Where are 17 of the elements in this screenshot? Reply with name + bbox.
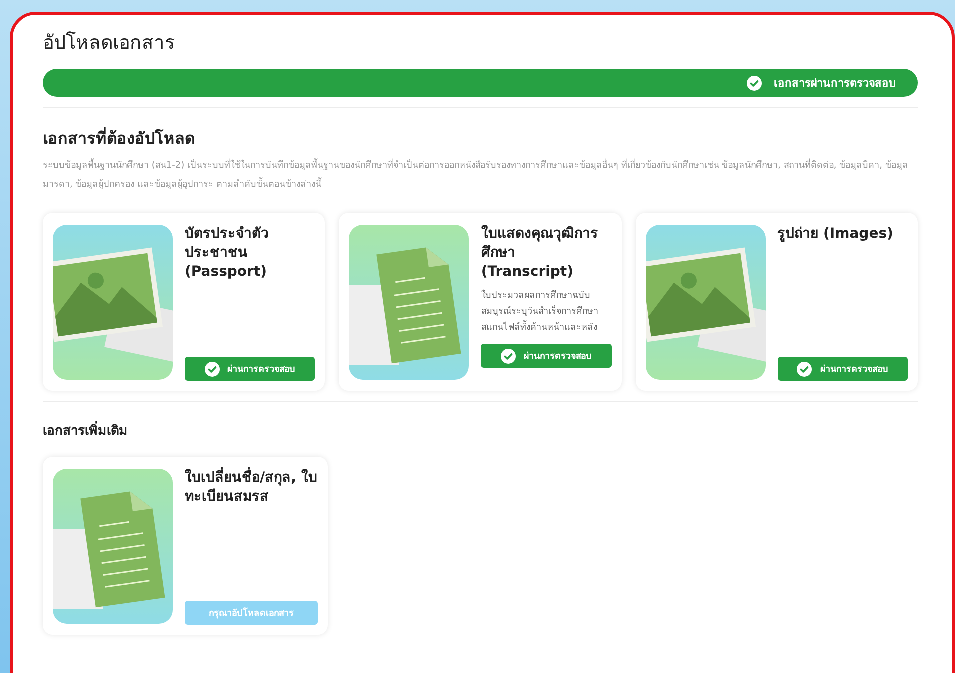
- document-title: บัตรประจำตัวประชาชน (Passport): [185, 225, 270, 282]
- check-icon: [797, 362, 812, 376]
- status-label: เอกสารผ่านการตรวจสอบ: [774, 76, 896, 92]
- document-title: รูปถ่าย (Images): [778, 225, 894, 244]
- document-title: ใบเปลี่ยนชื่อ/สกุล, ใบทะเบียนสมรส: [185, 469, 318, 507]
- status-button[interactable]: ผ่านการตรวจสอบ: [778, 357, 908, 381]
- status-button[interactable]: ผ่านการตรวจสอบ: [481, 344, 612, 368]
- check-icon: [747, 76, 762, 90]
- status-button[interactable]: ผ่านการตรวจสอบ: [185, 357, 316, 381]
- document-description: ใบประมวลผลการศึกษาฉบับสมบูรณ์ระบุวันสำเร็จการศึกษา สแกนไฟล์ทั้งด้านหน้าและหลัง: [481, 288, 600, 335]
- check-icon: [500, 348, 516, 364]
- check-icon: [204, 362, 220, 376]
- document-title: ใบแสดงคุณวุฒิการศึกษา (Transcript): [481, 225, 600, 282]
- section-title: เอกสารที่ต้องอัปโหลด: [43, 126, 196, 150]
- section-description: ระบบข้อมูลพื้นฐานนักศึกษา (สน1-2) เป็นระบบที่ใช้ในการบันทึกข้อมูลพื้นฐานของนักศึกษาที่จำเป็นต่อการออกหนังสือรับรองทางการศึกษาและข้อมูลอื่นๆ ที่เกี่ยวข้องกับนักศึกษาเช่น ข้อมูลนักศึกษา, สถานที่ติดต่อ, ข้อมูลบิดา, ข้อมูลมารดา, ข้อมูลผู้ปกครอง และข้อมูลผู้อุปการะ ตามลำดับขั้นตอนข้างล่างนี้: [43, 157, 918, 195]
- page-title: อัปโหลดเอกสาร: [43, 30, 176, 56]
- section-title: เอกสารเพิ่มเติม: [43, 420, 918, 441]
